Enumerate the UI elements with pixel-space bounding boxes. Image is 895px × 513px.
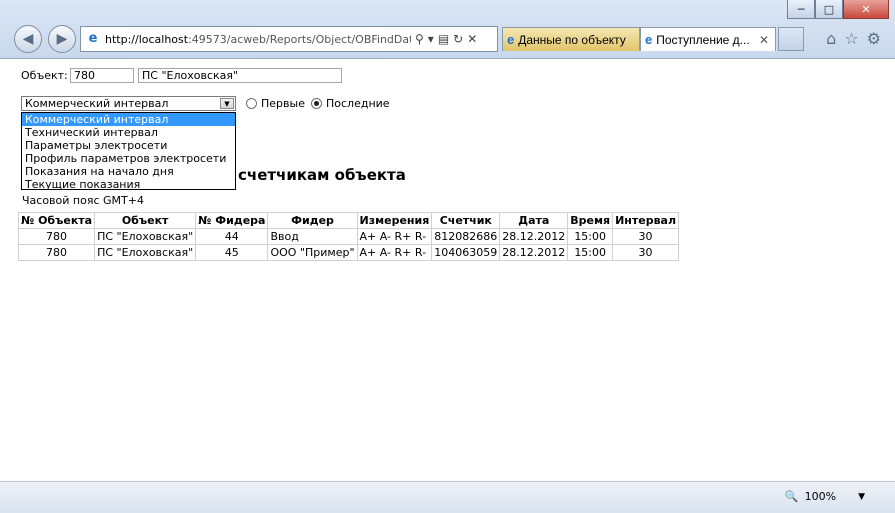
dropdown-icon[interactable]: ▾: [428, 32, 434, 46]
status-bar: 🔍 100% ▼: [0, 481, 895, 513]
radio-last[interactable]: Последние: [311, 97, 390, 110]
cell-object: ПС "Елоховская": [94, 228, 197, 245]
col-feeder: Фидер: [267, 212, 358, 229]
report-type-dropdown: Коммерческий интервал Технический интерв…: [21, 112, 236, 191]
col-date: Дата: [499, 212, 569, 229]
maximize-button[interactable]: □: [815, 0, 843, 19]
table-row: 780 ПС "Елоховская" 45 ООО "Пример" A+ A…: [17, 244, 680, 261]
tab-incoming[interactable]: e Поступление д... ✕: [640, 27, 776, 51]
close-tab-icon[interactable]: ✕: [759, 33, 769, 47]
cell-time: 15:00: [567, 228, 614, 245]
radio-first[interactable]: Первые: [246, 97, 305, 110]
tab-label: Данные по объекту: [518, 32, 626, 47]
cell-feeder: Ввод: [267, 228, 358, 245]
cell-object: ПС "Елоховская": [94, 244, 197, 261]
radio-last-circle[interactable]: [311, 98, 322, 109]
cell-date: 28.12.2012: [499, 244, 569, 261]
object-name-input[interactable]: ПС "Елоховская": [138, 68, 342, 83]
chevron-down-icon[interactable]: ▼: [220, 98, 234, 109]
favorites-star-icon[interactable]: ☆: [844, 29, 858, 48]
col-time: Время: [567, 212, 614, 229]
ie-page-icon: e: [88, 31, 98, 46]
option-grid-profile[interactable]: Профиль параметров электросети: [22, 152, 235, 165]
zoom-control[interactable]: 🔍 100% ▼: [785, 490, 865, 503]
stop-icon[interactable]: ✕: [467, 32, 477, 46]
table-header-row: № Объекта Объект № Фидера Фидер Измерени…: [17, 212, 680, 229]
option-grid-parameters[interactable]: Параметры электросети: [22, 139, 235, 152]
cell-meter: 812082686: [431, 228, 501, 245]
object-id-input[interactable]: 780: [70, 68, 134, 83]
ie-tab-icon: e: [507, 32, 515, 47]
radio-last-label: Последние: [326, 97, 390, 110]
address-bar[interactable]: e http://localhost:49573/acweb/Reports/O…: [80, 26, 498, 52]
address-url: http://localhost:49573/acweb/Reports/Obj…: [105, 32, 411, 46]
cell-object-no: 780: [17, 228, 96, 245]
report-type-select[interactable]: Коммерческий интервал ▼: [21, 96, 236, 111]
col-interval: Интервал: [612, 212, 680, 229]
col-feeder-no: № Фидера: [195, 212, 269, 229]
cell-interval: 30: [612, 244, 680, 261]
cell-measurements: A+ A- R+ R-: [356, 244, 433, 261]
col-meter: Счетчик: [431, 212, 501, 229]
option-commercial-interval[interactable]: Коммерческий интервал: [22, 113, 235, 126]
minimize-button[interactable]: ─: [787, 0, 815, 19]
back-button[interactable]: ◀: [14, 25, 42, 53]
new-tab-button[interactable]: [778, 27, 804, 51]
cell-meter: 104063059: [431, 244, 501, 261]
option-technical-interval[interactable]: Технический интервал: [22, 126, 235, 139]
zoom-icon: 🔍: [784, 490, 799, 503]
timezone-label: Часовой пояс GMT+4: [22, 194, 144, 207]
report-heading: счетчикам объекта: [238, 166, 406, 184]
option-day-start-readings[interactable]: Показания на начало дня: [22, 165, 235, 178]
option-current-readings[interactable]: Текущие показания: [22, 178, 235, 191]
home-icon[interactable]: ⌂: [826, 29, 836, 48]
forward-button[interactable]: ▶: [48, 25, 76, 53]
col-object: Объект: [94, 212, 197, 229]
back-arrow-icon: ◀: [22, 31, 34, 47]
settings-gear-icon[interactable]: ⚙: [867, 29, 881, 48]
cell-feeder-no: 44: [195, 228, 269, 245]
tab-object-data[interactable]: e Данные по объекту: [502, 27, 640, 51]
cell-time: 15:00: [567, 244, 614, 261]
browser-tools: ⌂ ☆ ⚙: [826, 29, 881, 48]
select-value: Коммерческий интервал: [25, 97, 169, 110]
cell-object-no: 780: [17, 244, 96, 261]
search-icon[interactable]: ⚲: [415, 32, 424, 46]
cell-measurements: A+ A- R+ R-: [356, 228, 433, 245]
cell-date: 28.12.2012: [499, 228, 569, 245]
radio-first-circle[interactable]: [246, 98, 257, 109]
tab-label: Поступление д...: [656, 32, 750, 47]
compatibility-icon[interactable]: ▤: [438, 32, 449, 46]
cell-interval: 30: [612, 228, 680, 245]
forward-arrow-icon: ▶: [56, 31, 68, 47]
report-table: № Объекта Объект № Фидера Фидер Измерени…: [17, 212, 680, 261]
table-row: 780 ПС "Елоховская" 44 Ввод A+ A- R+ R- …: [17, 228, 680, 245]
col-object-no: № Объекта: [17, 212, 96, 229]
zoom-level: 100%: [804, 490, 837, 503]
close-window-button[interactable]: ✕: [843, 0, 889, 19]
cell-feeder: ООО "Пример": [267, 244, 358, 261]
ie-tab-icon: e: [645, 32, 653, 47]
page-content: Объект: 780 ПС "Елоховская" Коммерческий…: [0, 58, 895, 480]
radio-first-label: Первые: [261, 97, 305, 110]
object-label: Объект:: [21, 69, 68, 82]
cell-feeder-no: 45: [195, 244, 269, 261]
chevron-down-icon[interactable]: ▼: [858, 492, 865, 502]
col-measurements: Измерения: [356, 212, 433, 229]
browser-chrome: ─ □ ✕ ◀ ▶ e http://localhost:49573/acweb…: [0, 0, 895, 59]
refresh-icon[interactable]: ↻: [453, 32, 463, 46]
window-controls: ─ □ ✕: [787, 0, 889, 19]
